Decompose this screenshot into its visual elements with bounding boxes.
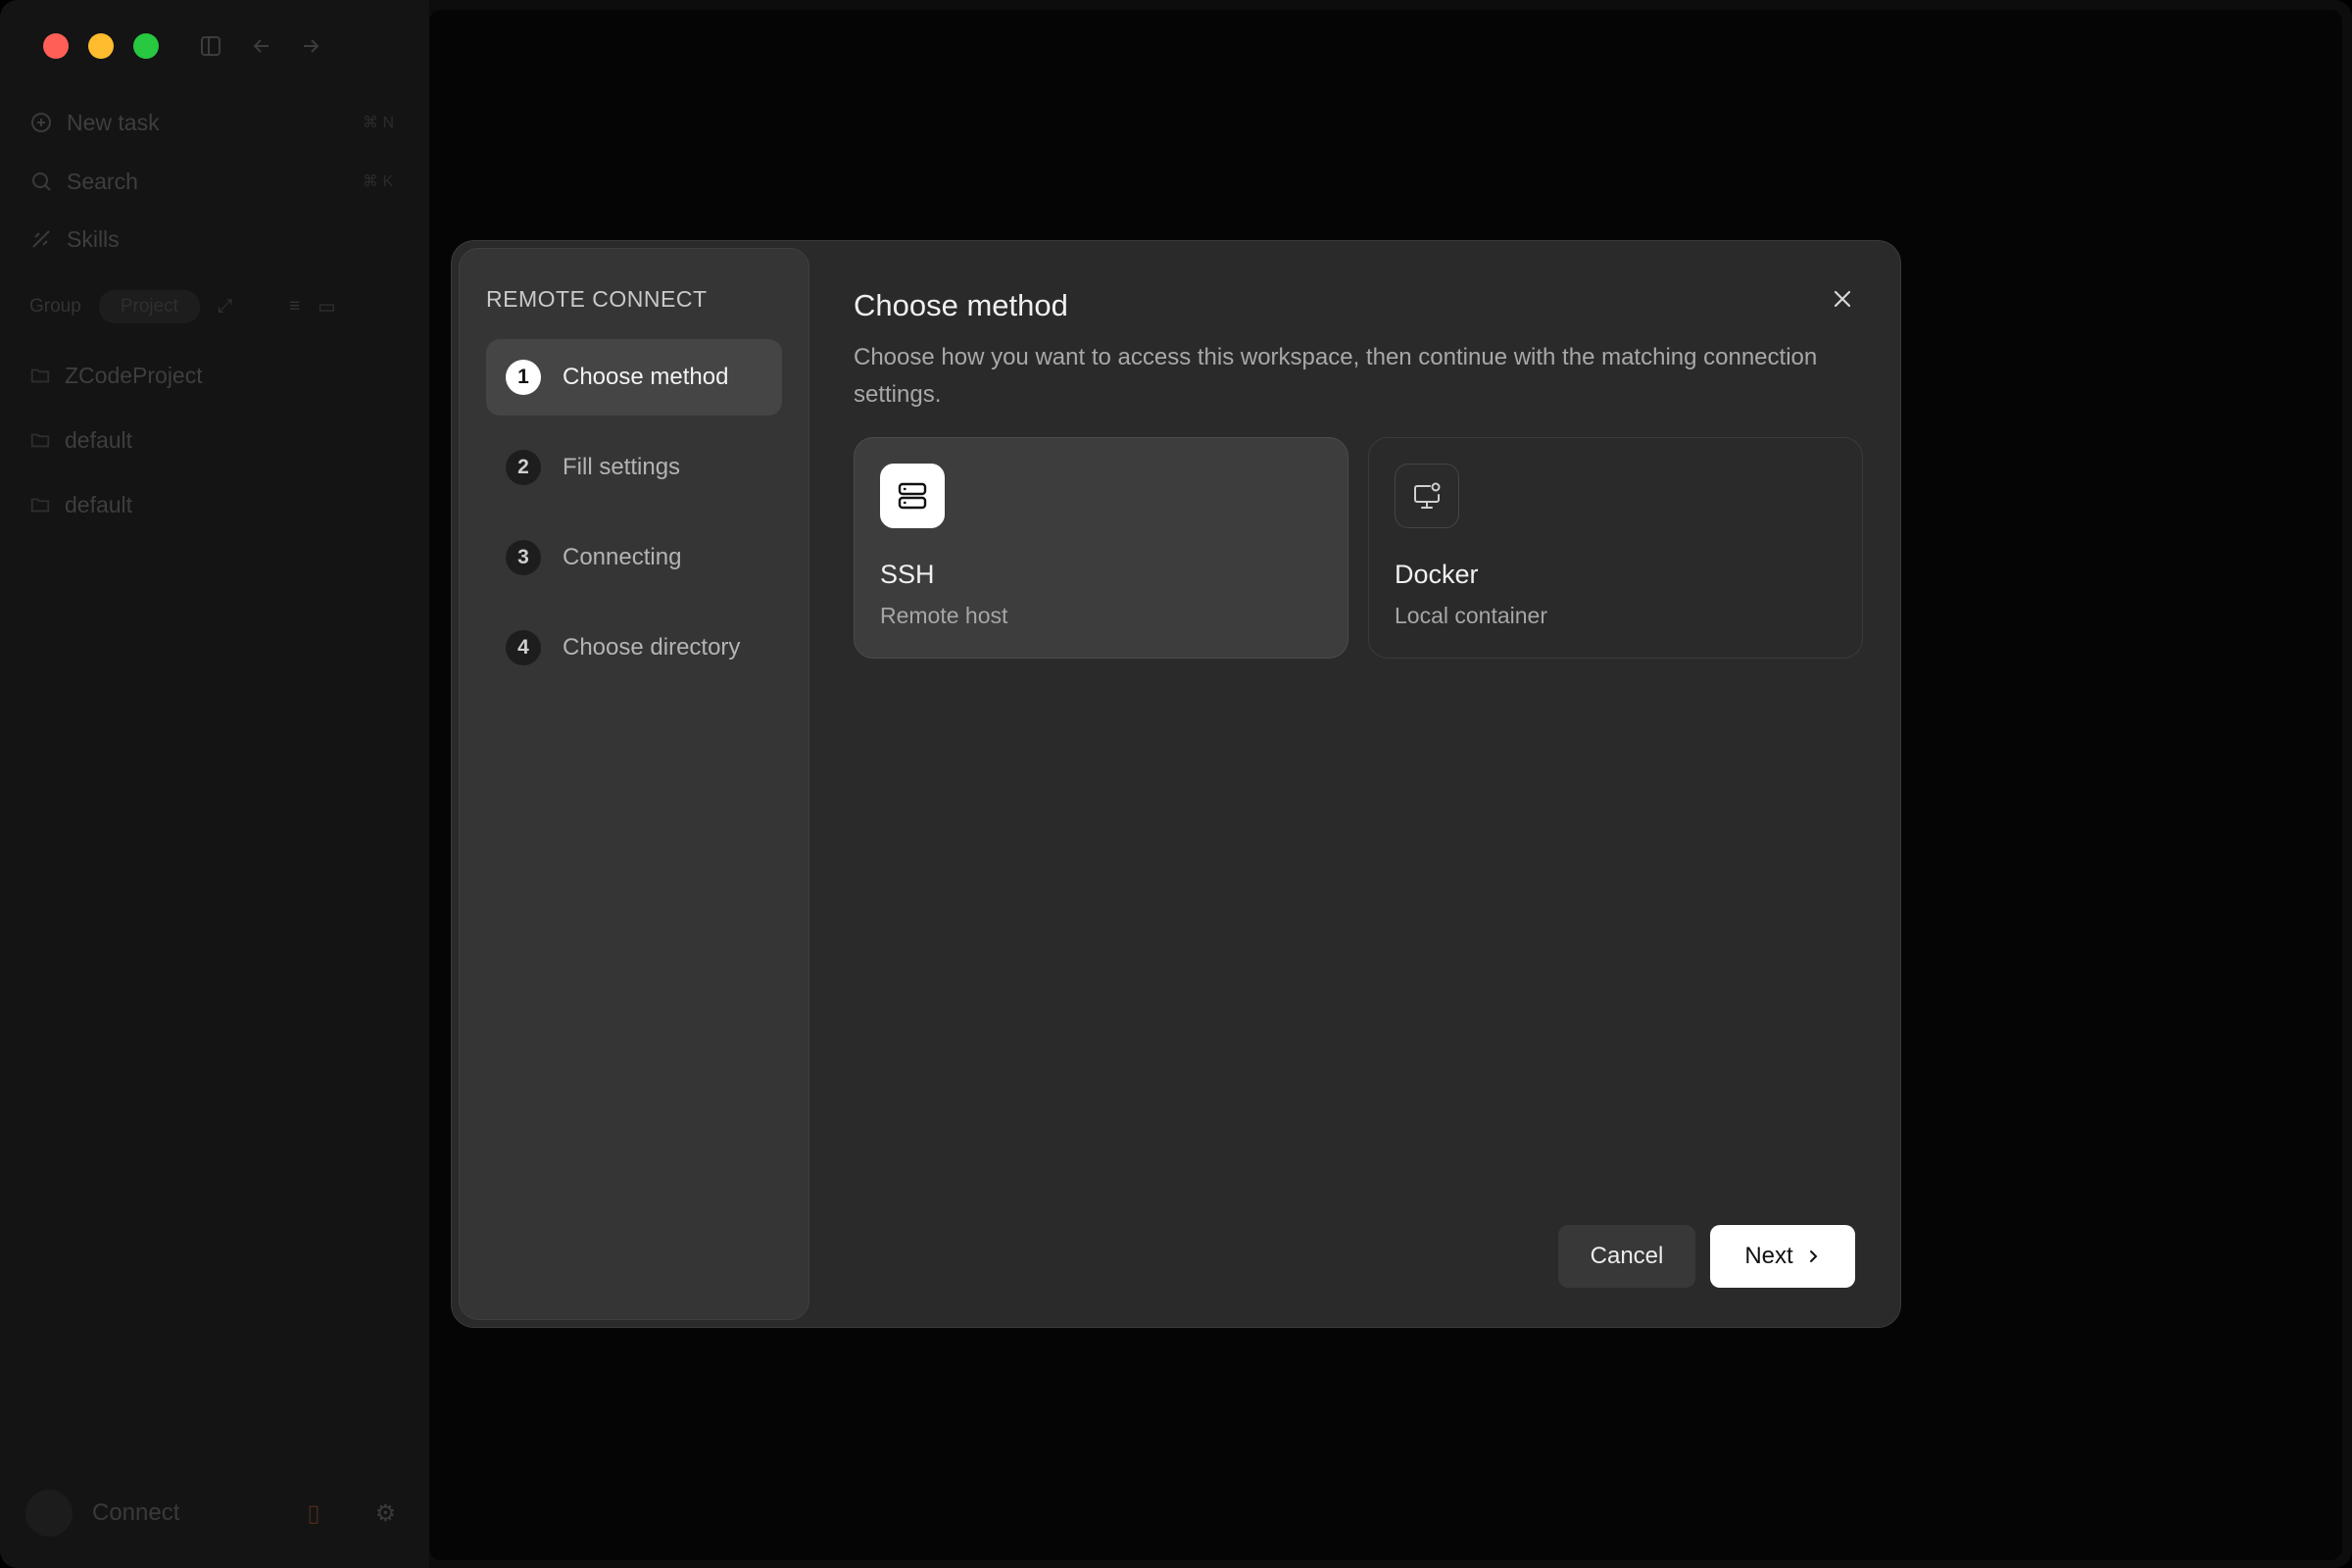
project-pill[interactable]: Project <box>98 290 200 323</box>
step-number: 3 <box>506 540 541 575</box>
back-arrow-icon[interactable] <box>251 35 272 57</box>
dialog-description: Choose how you want to access this works… <box>854 344 1818 408</box>
chevron-right-icon <box>1809 1250 1818 1262</box>
new-task-item[interactable]: New task ⌘ N <box>29 106 394 139</box>
step-label: Connecting <box>563 544 682 570</box>
search-icon <box>32 172 51 191</box>
docker-option-card[interactable]: Docker Local container <box>1368 437 1863 659</box>
device-icon[interactable]: ▯ <box>307 1499 319 1528</box>
ssh-option-card[interactable]: SSH Remote host <box>854 437 1348 659</box>
gear-icon[interactable]: ⚙ <box>375 1499 397 1528</box>
step-number: 2 <box>506 450 541 485</box>
step-choose-method[interactable]: 1 Choose method <box>486 339 782 416</box>
search-item[interactable]: Search ⌘ K <box>29 165 393 198</box>
close-window-button[interactable] <box>43 33 69 59</box>
expand-icon[interactable]: ⤢ <box>218 296 232 318</box>
step-number: 1 <box>506 360 541 395</box>
connect-label: Connect <box>92 1499 180 1526</box>
sidebar: New task ⌘ N Search ⌘ K Skills Group Pro… <box>0 0 429 1568</box>
sidebar-toggle-icon[interactable] <box>200 35 221 57</box>
skills-icon <box>32 230 50 248</box>
dialog-content: Choose method Choose how you want to acc… <box>854 241 1900 1327</box>
next-label: Next <box>1744 1243 1793 1269</box>
close-icon <box>1834 290 1851 308</box>
app-window: New task ⌘ N Search ⌘ K Skills Group Pro… <box>0 0 2352 1568</box>
step-label: Choose method <box>563 364 729 390</box>
project-label: default <box>65 426 133 453</box>
steps-title: REMOTE CONNECT <box>486 286 708 312</box>
account-row[interactable]: Connect ▯ ⚙ <box>25 1490 396 1537</box>
steps-panel: REMOTE CONNECT 1 Choose method 2 Fill se… <box>459 248 809 1320</box>
step-fill-settings[interactable]: 2 Fill settings <box>486 429 782 506</box>
skills-item[interactable]: Skills <box>29 222 120 256</box>
cancel-button[interactable]: Cancel <box>1558 1225 1695 1288</box>
maximize-window-button[interactable] <box>133 33 159 59</box>
step-choose-directory[interactable]: 4 Choose directory <box>486 610 782 686</box>
option-subtitle: Remote host <box>880 603 1008 628</box>
search-label: Search <box>67 168 138 194</box>
next-button[interactable]: Next <box>1710 1225 1855 1288</box>
filter-row: Group Project ⤢ ≡ ▭ <box>29 290 335 323</box>
folder-icon <box>30 368 50 383</box>
project-item[interactable]: default <box>29 423 132 457</box>
step-number: 4 <box>506 630 541 665</box>
plus-circle-icon <box>31 113 51 132</box>
minimize-window-button[interactable] <box>88 33 114 59</box>
remote-connect-dialog: REMOTE CONNECT 1 Choose method 2 Fill se… <box>451 240 1901 1328</box>
option-name: SSH <box>880 560 935 589</box>
folder-icon <box>30 433 50 448</box>
dialog-title: Choose method <box>854 288 1068 322</box>
new-task-label: New task <box>67 109 160 135</box>
project-item[interactable]: default <box>29 488 132 521</box>
avatar <box>25 1490 73 1537</box>
step-label: Choose directory <box>563 634 741 661</box>
group-filter[interactable]: Group <box>29 296 81 318</box>
forward-arrow-icon[interactable] <box>300 35 321 57</box>
project-label: ZCodeProject <box>65 362 203 388</box>
folder-icon <box>30 498 50 513</box>
option-subtitle: Local container <box>1395 603 1547 628</box>
step-label: Fill settings <box>563 454 681 480</box>
skills-label: Skills <box>67 225 120 252</box>
search-shortcut: ⌘ K <box>363 173 394 190</box>
sort-icon[interactable]: ≡ <box>289 296 300 318</box>
archive-icon[interactable]: ▭ <box>318 296 335 318</box>
close-dialog-button[interactable] <box>1828 284 1857 314</box>
step-connecting[interactable]: 3 Connecting <box>486 519 782 596</box>
new-task-shortcut: ⌘ N <box>363 115 394 131</box>
option-name: Docker <box>1395 560 1479 589</box>
project-item[interactable]: ZCodeProject <box>29 359 203 392</box>
server-icon <box>880 464 945 528</box>
monitor-container-icon <box>1395 464 1459 528</box>
project-label: default <box>65 491 133 517</box>
